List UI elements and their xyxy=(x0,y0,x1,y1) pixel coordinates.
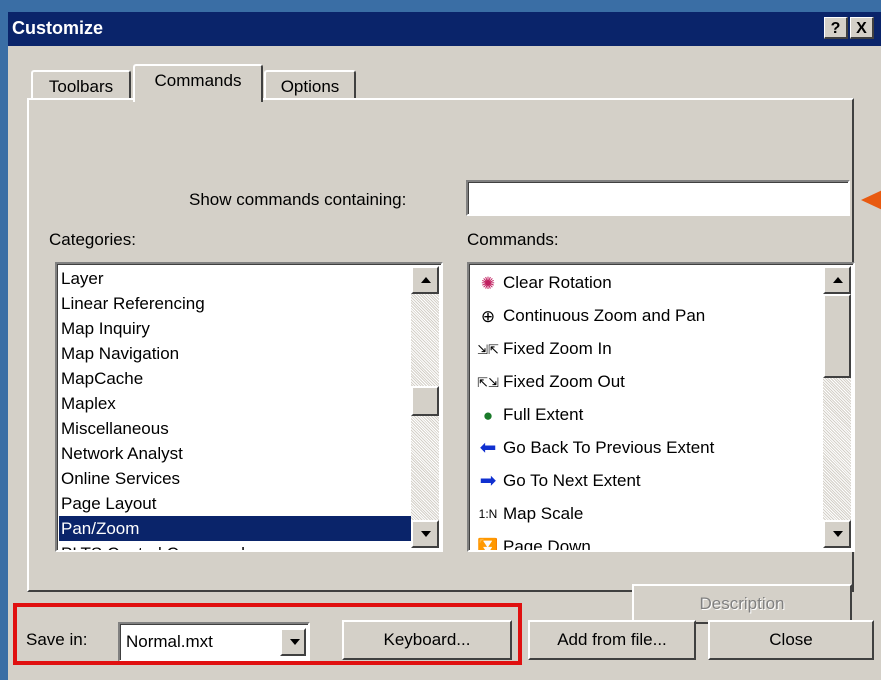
arrow-down-icon xyxy=(833,531,843,537)
list-item[interactable]: ➡ Go To Next Extent xyxy=(473,464,641,497)
command-label: Full Extent xyxy=(503,405,584,424)
list-item[interactable]: PLTS Central Commands xyxy=(61,541,253,550)
close-button[interactable]: Close xyxy=(708,620,874,660)
list-item[interactable]: ⬅ Go Back To Previous Extent xyxy=(473,431,715,464)
page-down-icon: ⏬ xyxy=(477,538,499,552)
command-label: Continuous Zoom and Pan xyxy=(503,306,706,325)
highlight-box xyxy=(13,603,522,665)
list-item[interactable]: ⊕ Continuous Zoom and Pan xyxy=(473,299,705,332)
scroll-up-button[interactable] xyxy=(823,266,851,294)
list-item[interactable]: MapCache xyxy=(61,366,143,391)
scroll-up-button[interactable] xyxy=(411,266,439,294)
command-label: Map Scale xyxy=(503,504,584,523)
tab-toolbars-label: Toolbars xyxy=(48,77,114,96)
tab-commands[interactable]: Commands xyxy=(133,64,263,102)
list-item[interactable]: Linear Referencing xyxy=(61,291,205,316)
list-item[interactable]: ⏬ Page Down xyxy=(473,530,591,552)
tab-options-label: Options xyxy=(280,77,340,96)
command-label: Fixed Zoom Out xyxy=(503,372,625,391)
categories-label: Categories: xyxy=(49,230,136,249)
scroll-down-button[interactable] xyxy=(823,520,851,548)
command-label: Fixed Zoom In xyxy=(503,339,612,358)
arrow-down-icon xyxy=(421,531,431,537)
window-title: Customize xyxy=(12,18,104,38)
categories-list[interactable]: Layer Linear Referencing Map Inquiry Map… xyxy=(55,262,443,552)
arrow-up-icon xyxy=(421,277,431,283)
fixed-zoom-out-icon: ⇱⇲ xyxy=(477,375,499,391)
arrow-left-icon: ⬅ xyxy=(479,437,497,460)
command-label: Page Down xyxy=(503,537,591,552)
list-item[interactable]: ● Full Extent xyxy=(473,398,583,431)
globe-icon: ● xyxy=(482,406,494,426)
scroll-thumb[interactable] xyxy=(411,386,439,416)
list-item-selected[interactable]: Pan/Zoom xyxy=(59,516,411,541)
title-bar: Customize ? X xyxy=(8,12,881,46)
list-item[interactable]: ✺ Clear Rotation xyxy=(473,266,612,299)
list-item[interactable]: Maplex xyxy=(61,391,116,416)
list-item[interactable]: ⇱⇲ Fixed Zoom Out xyxy=(473,365,625,398)
fixed-zoom-in-icon: ⇲⇱ xyxy=(477,342,499,358)
search-input[interactable] xyxy=(466,180,850,216)
commands-list[interactable]: ✺ Clear Rotation ⊕ Continuous Zoom and Pan… xyxy=(467,262,855,552)
scroll-thumb[interactable] xyxy=(823,294,851,378)
clear-rotation-icon: ✺ xyxy=(480,274,496,294)
command-label: Go To Next Extent xyxy=(503,471,641,490)
search-label: Show commands containing: xyxy=(189,190,407,209)
desktop-background: Customize ? X Toolbars Commands Options … xyxy=(0,0,881,680)
command-label: Clear Rotation xyxy=(503,273,612,292)
commands-label: Commands: xyxy=(467,230,559,249)
description-button[interactable]: Description xyxy=(632,584,852,624)
list-item[interactable]: Network Analyst xyxy=(61,441,183,466)
list-item[interactable]: Map Navigation xyxy=(61,341,179,366)
dialog-body: Toolbars Commands Options Show commands … xyxy=(8,46,881,680)
list-item[interactable]: Miscellaneous xyxy=(61,416,169,441)
pointer-arrow-icon xyxy=(861,186,881,214)
add-from-file-button[interactable]: Add from file... xyxy=(528,620,696,660)
arrow-right-icon: ➡ xyxy=(479,470,497,493)
help-button[interactable]: ? xyxy=(824,17,848,39)
command-label: Go Back To Previous Extent xyxy=(503,438,715,457)
list-item[interactable]: ⇲⇱ Fixed Zoom In xyxy=(473,332,612,365)
arrow-up-icon xyxy=(833,277,843,283)
continuous-zoom-icon: ⊕ xyxy=(480,307,496,327)
list-item[interactable]: Page Layout xyxy=(61,491,156,516)
list-item[interactable]: Online Services xyxy=(61,466,180,491)
scroll-down-button[interactable] xyxy=(411,520,439,548)
commands-scrollbar[interactable] xyxy=(823,266,851,548)
list-item[interactable]: 1:N Map Scale xyxy=(473,497,584,530)
list-item[interactable]: Map Inquiry xyxy=(61,316,150,341)
commands-tab-panel: Show commands containing: Categories: Co… xyxy=(27,98,855,624)
close-window-button[interactable]: X xyxy=(850,17,874,39)
map-scale-icon: 1:N xyxy=(478,507,498,522)
categories-scrollbar[interactable] xyxy=(411,266,439,548)
tab-commands-label: Commands xyxy=(154,71,242,90)
list-item[interactable]: Layer xyxy=(61,266,104,291)
